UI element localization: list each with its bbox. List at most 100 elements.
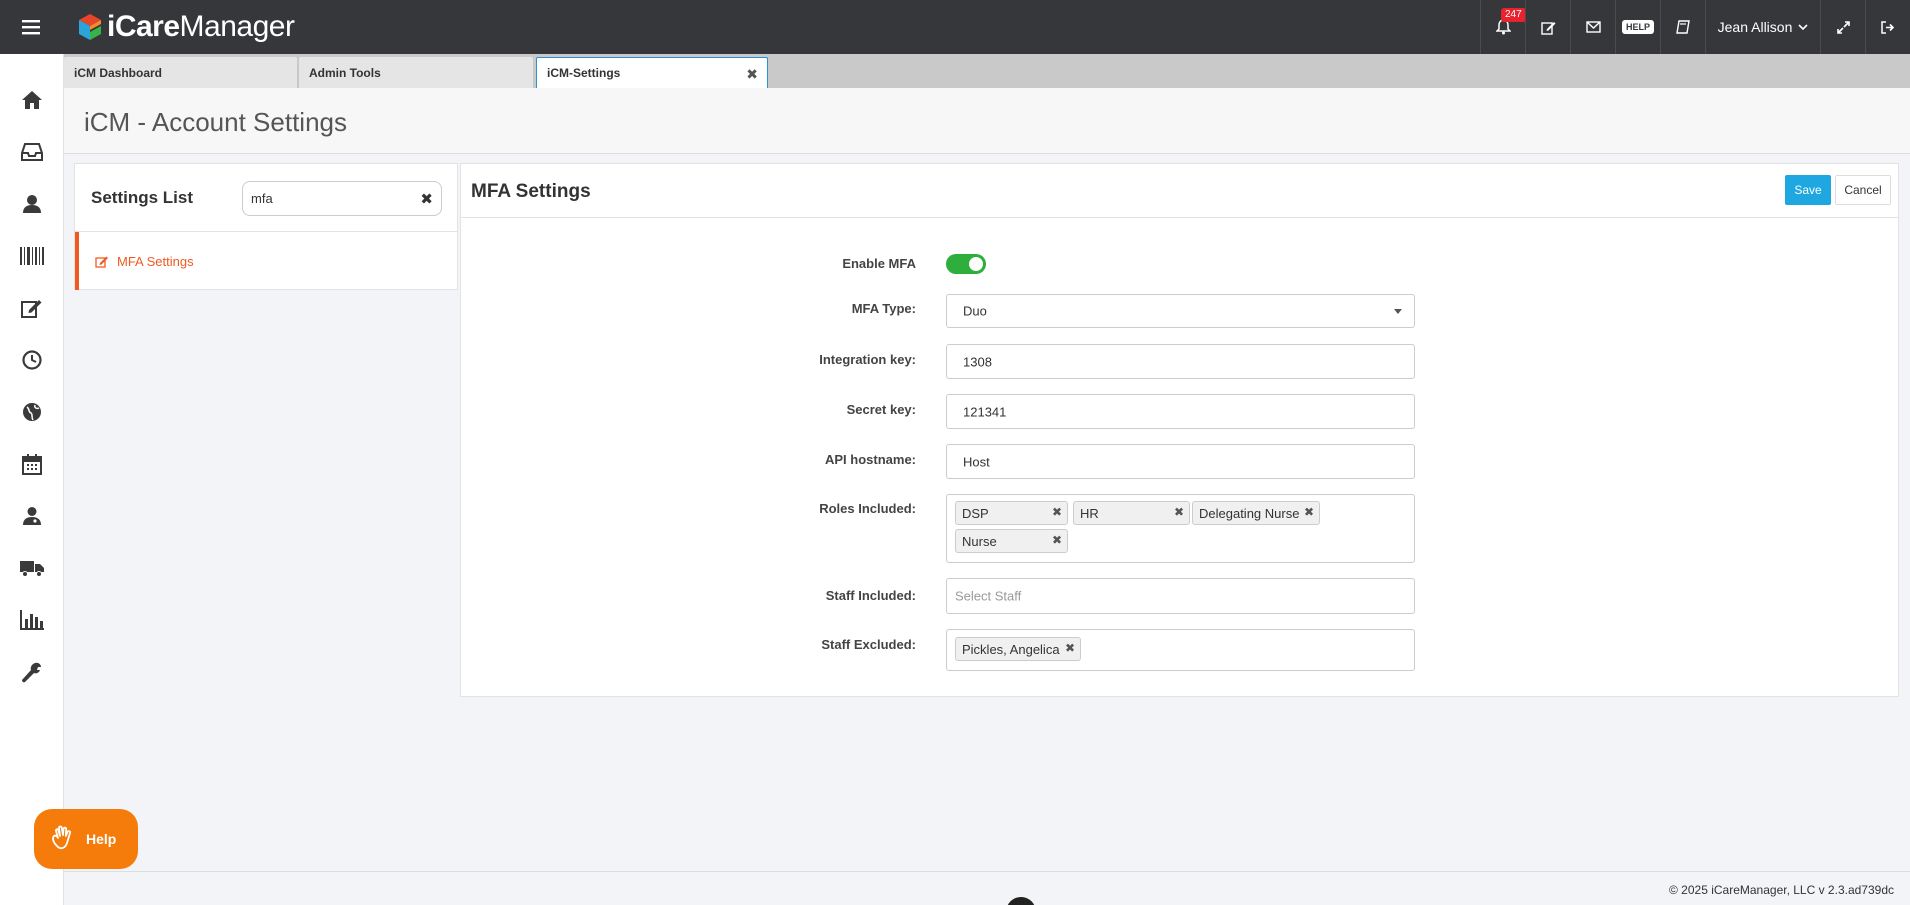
integration-key-field[interactable]: 1308	[946, 344, 1415, 379]
role-tag-label: Nurse	[962, 533, 997, 549]
settings-list-title: Settings List	[91, 188, 194, 207]
user-icon	[23, 195, 41, 213]
staff-included-select[interactable]: Select Staff	[946, 578, 1415, 614]
user-name: Jean Allison	[1717, 19, 1793, 35]
copyright-text: © 2025 iCareManager, LLC v 2.3.ad739dc	[1669, 883, 1894, 897]
home-icon	[22, 91, 42, 109]
role-tag-label: Delegating Nurse	[1199, 505, 1300, 521]
settings-item-label: MFA Settings	[117, 253, 194, 269]
messages-button[interactable]	[1570, 0, 1615, 54]
secret-key-field[interactable]: 121341	[946, 394, 1415, 429]
mfa-type-value: Duo	[963, 303, 987, 319]
remove-tag-icon[interactable]: ✖	[1065, 641, 1075, 655]
settings-item-mfa[interactable]: MFA Settings	[75, 232, 457, 290]
integration-key-value: 1308	[963, 354, 992, 369]
staff-excluded-field[interactable]: Pickles, Angelica ✖	[946, 629, 1415, 671]
secret-key-label: Secret key:	[846, 402, 916, 417]
help-widget-button[interactable]: Help	[34, 809, 138, 869]
expand-icon	[1836, 20, 1850, 34]
tabs-bar: iCM Dashboard Admin Tools iCM-Settings ✖	[64, 54, 1910, 88]
envelope-icon	[1585, 21, 1601, 33]
settings-search-box: ✖	[242, 181, 442, 216]
app-logo[interactable]: iCareManager	[77, 10, 295, 44]
sidebar-item-home[interactable]	[0, 74, 64, 126]
sidebar-item-users[interactable]	[0, 178, 64, 230]
mfa-type-select[interactable]: Duo	[946, 294, 1415, 328]
chevron-down-icon	[1798, 23, 1808, 30]
inbox-icon	[21, 143, 43, 161]
sidebar-item-reports[interactable]	[0, 594, 64, 646]
logo-text: iCareManager	[107, 10, 295, 43]
tab-icm-dashboard[interactable]: iCM Dashboard	[64, 57, 297, 88]
tab-admin-tools[interactable]: Admin Tools	[299, 57, 533, 88]
tab-icm-settings[interactable]: iCM-Settings ✖	[536, 57, 768, 88]
settings-list-header: Settings List ✖	[75, 164, 457, 232]
role-tag: DSP ✖	[955, 501, 1068, 525]
sidebar-item-barcode[interactable]	[0, 230, 64, 282]
book-icon	[1676, 20, 1690, 34]
wrench-icon	[22, 662, 41, 683]
sidebar-item-admin[interactable]	[0, 646, 64, 698]
cancel-button[interactable]: Cancel	[1835, 175, 1891, 205]
enable-mfa-label: Enable MFA	[842, 256, 916, 271]
fullscreen-button[interactable]	[1820, 0, 1865, 54]
enable-mfa-toggle[interactable]	[946, 254, 986, 274]
notifications-button[interactable]: 247	[1480, 0, 1526, 54]
globe-icon	[23, 403, 41, 421]
settings-list-panel: Settings List ✖ MFA Settings	[74, 163, 458, 290]
clear-search-icon[interactable]: ✖	[420, 190, 433, 208]
user-menu[interactable]: Jean Allison	[1705, 0, 1820, 54]
toggle-knob	[969, 257, 983, 271]
secret-key-value: 121341	[963, 404, 1007, 419]
hamburger-menu-icon[interactable]	[0, 0, 62, 54]
edit-button[interactable]	[1525, 0, 1570, 54]
role-tag: Delegating Nurse ✖	[1192, 501, 1320, 525]
page-title: iCM - Account Settings	[84, 107, 347, 137]
mfa-settings-title: MFA Settings	[471, 181, 591, 202]
chevron-down-icon	[1394, 309, 1402, 314]
waving-hand-icon	[52, 825, 71, 850]
staff-included-placeholder: Select Staff	[955, 588, 1022, 604]
sidebar-item-inbox[interactable]	[0, 126, 64, 178]
role-tag: HR ✖	[1073, 501, 1190, 525]
role-tag: Nurse ✖	[955, 529, 1068, 553]
sidebar-item-staff[interactable]	[0, 490, 64, 542]
user-md-icon	[23, 507, 41, 525]
sidebar-item-globe[interactable]	[0, 386, 64, 438]
sidebar	[0, 54, 64, 905]
scroll-indicator[interactable]	[1006, 897, 1036, 905]
notification-count-badge: 247	[1501, 8, 1526, 22]
remove-tag-icon[interactable]: ✖	[1174, 505, 1184, 519]
bar-chart-icon	[20, 610, 44, 630]
sidebar-item-history[interactable]	[0, 334, 64, 386]
book-button[interactable]	[1660, 0, 1705, 54]
help-button[interactable]: HELP	[1615, 0, 1660, 54]
mfa-type-label: MFA Type:	[851, 301, 916, 316]
remove-tag-icon[interactable]: ✖	[1304, 505, 1314, 519]
sidebar-item-notes[interactable]	[0, 282, 64, 334]
mfa-settings-panel: MFA Settings Save Cancel Enable MFA MFA …	[460, 163, 1899, 697]
roles-included-label: Roles Included:	[819, 501, 916, 516]
sidebar-item-transport[interactable]	[0, 542, 64, 594]
remove-tag-icon[interactable]: ✖	[1052, 505, 1062, 519]
role-tag-label: HR	[1080, 505, 1099, 521]
staff-included-label: Staff Included:	[825, 588, 916, 603]
tab-label: iCM Dashboard	[74, 65, 163, 80]
save-button[interactable]: Save	[1785, 175, 1831, 205]
barcode-icon	[20, 247, 44, 265]
integration-key-label: Integration key:	[819, 352, 916, 367]
settings-search-input[interactable]	[251, 182, 411, 215]
close-tab-icon[interactable]: ✖	[746, 66, 758, 83]
staff-tag: Pickles, Angelica ✖	[955, 637, 1081, 661]
roles-included-field[interactable]: DSP ✖ HR ✖ Delegating Nurse ✖ Nurse ✖	[946, 494, 1415, 563]
edit-icon	[95, 256, 108, 268]
api-hostname-label: API hostname:	[824, 452, 916, 467]
staff-excluded-label: Staff Excluded:	[821, 637, 916, 652]
sidebar-item-calendar[interactable]	[0, 438, 64, 490]
sign-out-icon	[1881, 20, 1895, 34]
logo-mark-icon	[77, 12, 103, 42]
remove-tag-icon[interactable]: ✖	[1052, 533, 1062, 547]
edit-icon	[21, 300, 42, 318]
logout-button[interactable]	[1865, 0, 1910, 54]
api-hostname-field[interactable]: Host	[946, 444, 1415, 479]
